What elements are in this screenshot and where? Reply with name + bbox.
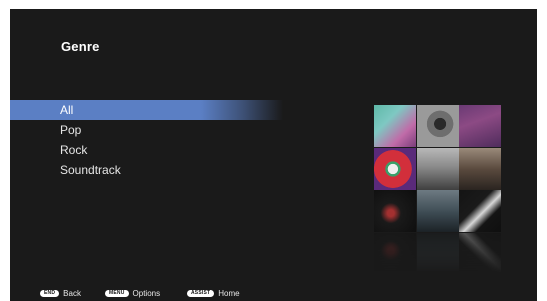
options-label: Options bbox=[132, 289, 161, 298]
page-title: Genre bbox=[61, 39, 100, 54]
home-hint[interactable]: ASSIST Home bbox=[187, 289, 240, 298]
album-art-tile bbox=[374, 190, 416, 232]
album-art-tile bbox=[416, 105, 459, 147]
menu-item-label: Pop bbox=[60, 123, 82, 137]
album-art-tile bbox=[416, 147, 459, 190]
album-art-tile bbox=[459, 105, 501, 147]
assist-key-icon: ASSIST bbox=[187, 290, 215, 297]
menu-item-rock[interactable]: Rock bbox=[10, 140, 310, 160]
album-art-tile bbox=[416, 190, 459, 232]
menu-item-label: Soundtrack bbox=[60, 163, 121, 177]
album-art-mosaic bbox=[374, 105, 501, 273]
menu-item-soundtrack[interactable]: Soundtrack bbox=[10, 160, 310, 180]
menu-item-all[interactable]: All bbox=[10, 100, 283, 120]
genre-screen: Genre All Pop Rock Soundtrack END Back M… bbox=[10, 9, 537, 301]
home-label: Home bbox=[218, 289, 240, 298]
back-label: Back bbox=[63, 289, 81, 298]
menu-item-label: All bbox=[60, 103, 74, 117]
album-art-reflection bbox=[374, 233, 501, 273]
back-hint[interactable]: END Back bbox=[40, 289, 81, 298]
album-art-reflection-tile bbox=[374, 233, 416, 273]
menu-key-icon: MENU bbox=[105, 290, 129, 297]
album-art-tile bbox=[374, 105, 416, 147]
genre-menu: All Pop Rock Soundtrack bbox=[10, 100, 310, 180]
album-art-reflection-tile bbox=[416, 233, 459, 273]
menu-item-pop[interactable]: Pop bbox=[10, 120, 310, 140]
end-key-icon: END bbox=[40, 290, 60, 297]
album-art-tile bbox=[459, 147, 501, 190]
album-art-reflection-tile bbox=[459, 233, 501, 273]
options-hint[interactable]: MENU Options bbox=[105, 289, 160, 298]
album-art-tile bbox=[459, 190, 501, 232]
album-art-tile bbox=[374, 147, 416, 190]
album-art-grid bbox=[374, 105, 501, 232]
footer-hints: END Back MENU Options ASSIST Home bbox=[10, 289, 537, 301]
menu-item-label: Rock bbox=[60, 143, 88, 157]
